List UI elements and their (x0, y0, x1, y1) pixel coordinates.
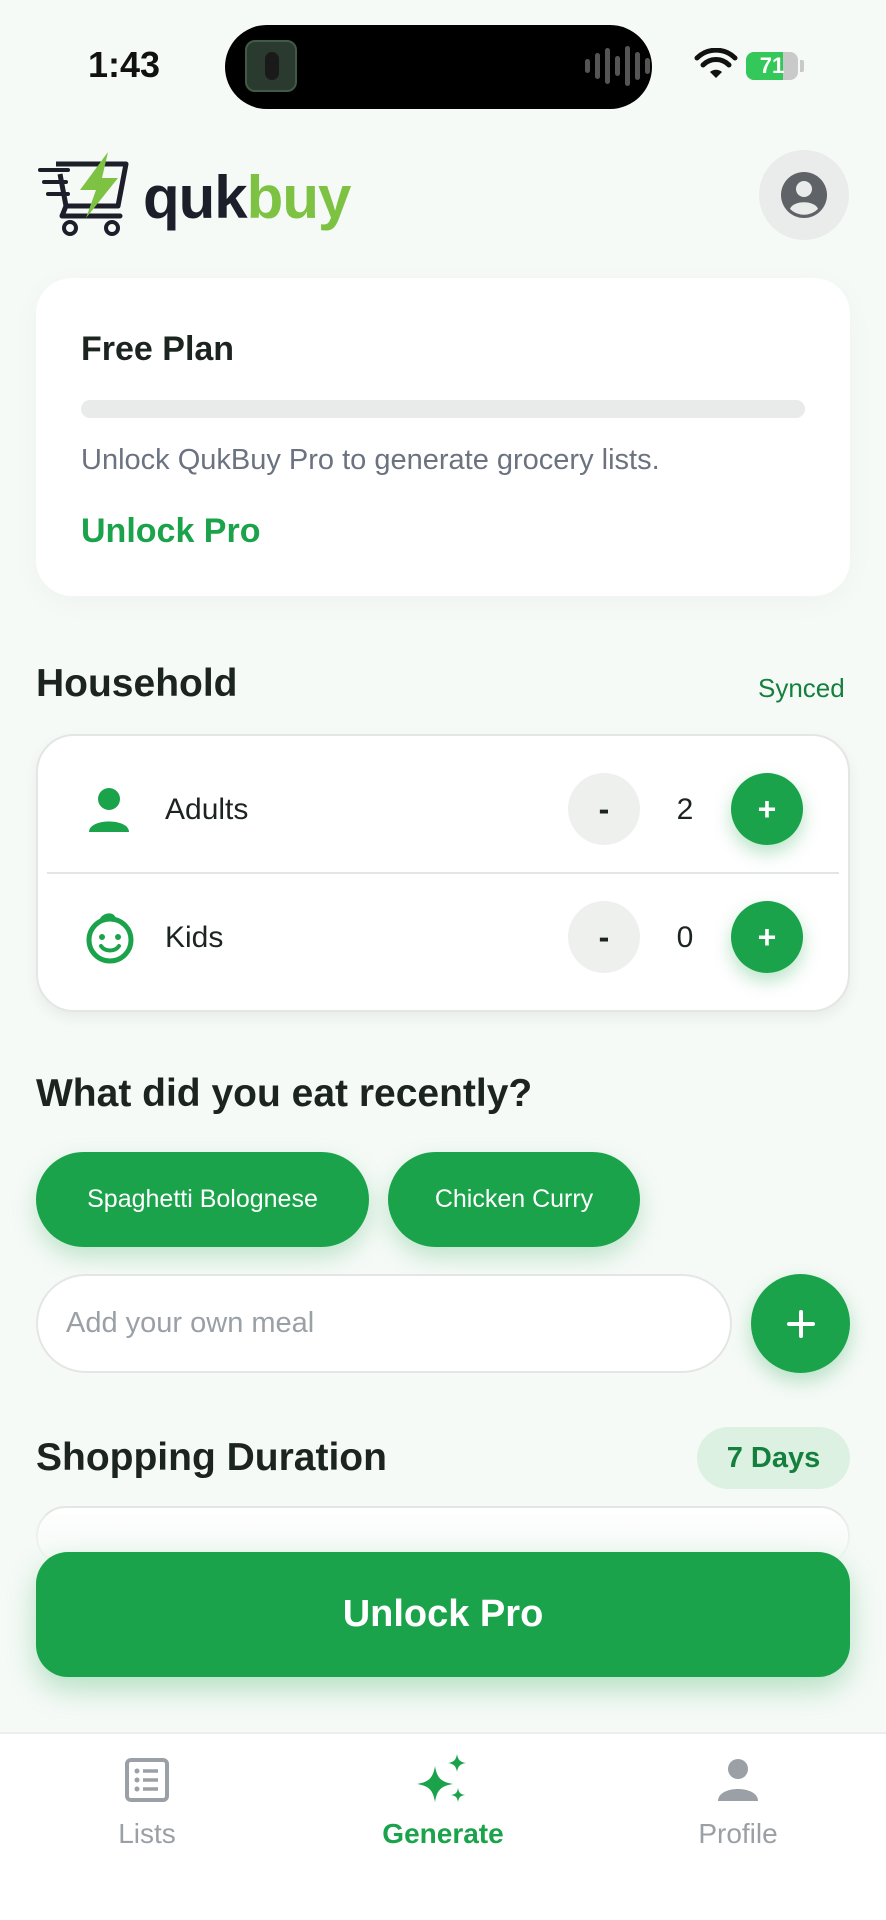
meal-chip[interactable]: Spaghetti Bolognese (36, 1152, 369, 1247)
logo-wordmark-part1: quk (143, 164, 248, 231)
sparkles-icon (417, 1754, 466, 1802)
person-icon (718, 1759, 758, 1801)
battery-indicator: 71 (746, 52, 798, 80)
add-meal-input[interactable] (36, 1274, 732, 1373)
account-button[interactable] (759, 150, 849, 240)
tab-lists[interactable]: Lists (47, 1750, 247, 1850)
logo-wordmark-part2: buy (246, 164, 352, 231)
list-icon (125, 1758, 169, 1802)
shopping-duration-title: Shopping Duration (36, 1436, 387, 1479)
person-icon (89, 788, 129, 832)
tab-generate[interactable]: Generate (343, 1750, 543, 1850)
kids-decrement-button[interactable]: - (568, 901, 640, 973)
kids-increment-button[interactable]: + (731, 901, 803, 973)
plan-usage-progress (81, 400, 805, 418)
adults-count: 2 (676, 793, 694, 826)
plan-description: Unlock QukBuy Pro to generate grocery li… (81, 444, 660, 476)
adults-decrement-button[interactable]: - (568, 773, 640, 845)
unlock-pro-button[interactable]: Unlock Pro (36, 1552, 850, 1677)
user-circle-icon (781, 172, 827, 218)
tab-profile-label: Profile (698, 1818, 778, 1849)
sync-status: Synced (758, 673, 845, 703)
recent-meals-title: What did you eat recently? (36, 1072, 533, 1115)
duration-badge[interactable]: 7 Days (697, 1427, 850, 1489)
plus-icon (786, 1309, 815, 1338)
status-time: 1:43 (88, 44, 161, 85)
household-title: Household (36, 662, 238, 705)
plan-title: Free Plan (81, 330, 235, 368)
now-playing-artwork[interactable] (245, 40, 297, 92)
meal-chip[interactable]: Chicken Curry (388, 1152, 640, 1247)
audio-waveform-icon (585, 44, 650, 88)
app-logo-wordmark: qukbuy (143, 168, 351, 228)
kids-count: 0 (676, 921, 694, 954)
battery-percentage: 71 (759, 53, 785, 78)
add-meal-button[interactable] (751, 1274, 850, 1373)
adults-increment-button[interactable]: + (731, 773, 803, 845)
child-face-icon (86, 913, 134, 964)
tab-profile[interactable]: Profile (638, 1750, 838, 1850)
household-divider (47, 872, 839, 874)
battery-nub (800, 60, 804, 72)
adults-label: Adults (165, 793, 249, 826)
unlock-pro-link[interactable]: Unlock Pro (81, 512, 260, 551)
tab-lists-label: Lists (118, 1818, 176, 1849)
wifi-icon (694, 48, 738, 78)
cart-logo-icon (38, 152, 129, 236)
tab-generate-label: Generate (382, 1818, 504, 1849)
kids-label: Kids (165, 921, 224, 954)
